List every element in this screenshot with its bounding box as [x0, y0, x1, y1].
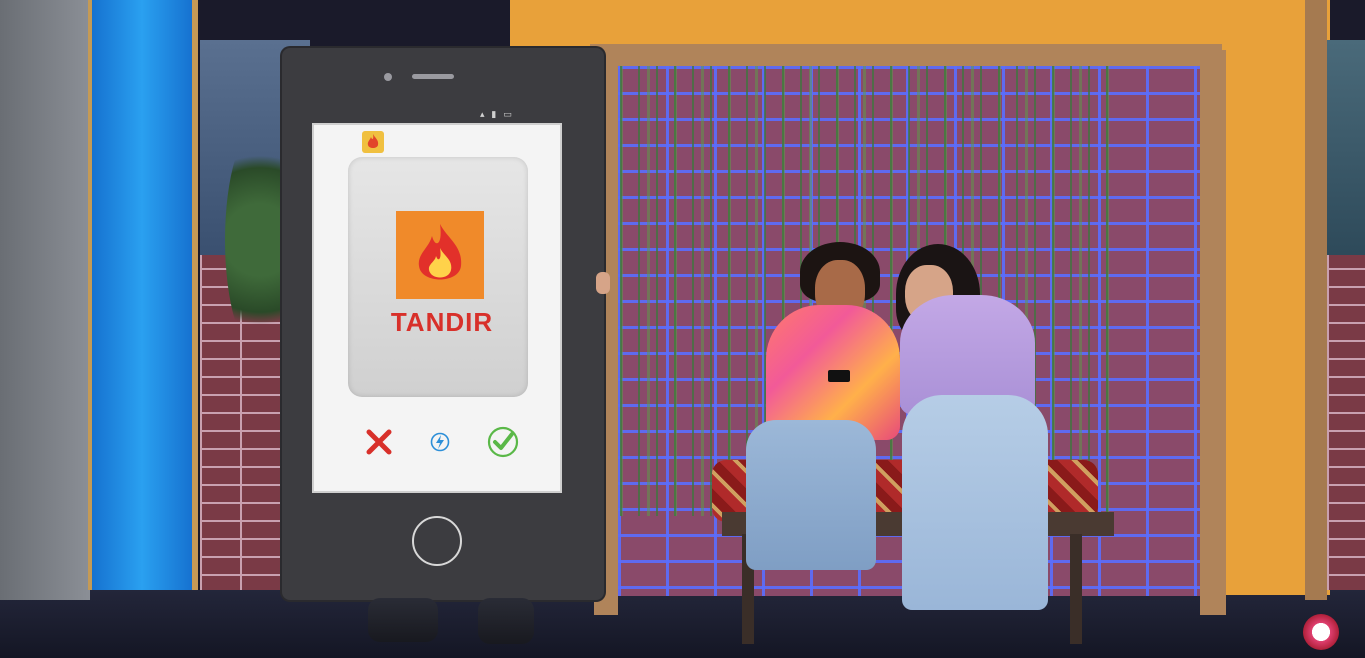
- profile-card[interactable]: TANDIR: [348, 157, 528, 397]
- left-wall-panel: [0, 0, 90, 600]
- boost-button[interactable]: [428, 430, 452, 454]
- lightning-icon: [430, 432, 450, 452]
- wood-post-right: [1200, 50, 1226, 615]
- app-name-label: TANDIR: [390, 307, 494, 337]
- right-wall-frame: [1305, 0, 1327, 600]
- phone-speaker: [412, 74, 454, 79]
- bench-leg-right: [1070, 534, 1082, 644]
- status-bar-icons: ▴ ▮ ▭: [480, 110, 514, 120]
- blue-light-panel: [88, 0, 198, 590]
- stage-scene: ▴ ▮ ▭ TANDIR: [0, 0, 1365, 658]
- smartphone-in-hand: [828, 370, 850, 382]
- check-icon: [487, 426, 519, 458]
- reject-button[interactable]: [362, 425, 396, 459]
- accept-button[interactable]: [486, 425, 520, 459]
- woman-right-jeans: [902, 395, 1048, 610]
- brick-wall-right: [1327, 250, 1365, 590]
- flame-icon: [418, 224, 462, 280]
- phone-costume: ▴ ▮ ▭ TANDIR: [282, 48, 604, 600]
- x-icon: [366, 429, 392, 455]
- app-logo-tile: [396, 211, 484, 299]
- phone-camera: [384, 73, 392, 81]
- app-header-flame-icon[interactable]: [362, 131, 384, 153]
- phone-screen: TANDIR: [312, 123, 562, 493]
- hand-peeking: [596, 272, 610, 294]
- woman-left-jeans: [746, 420, 876, 570]
- channel-logo: [1303, 614, 1339, 650]
- home-button[interactable]: [412, 516, 462, 566]
- costume-wearer-feet: [368, 598, 438, 642]
- costume-wearer-feet: [478, 598, 534, 644]
- flame-icon: [367, 134, 379, 148]
- window-right: [1327, 40, 1365, 255]
- stage-floor: [0, 590, 1365, 658]
- wood-beam-top: [590, 44, 1222, 66]
